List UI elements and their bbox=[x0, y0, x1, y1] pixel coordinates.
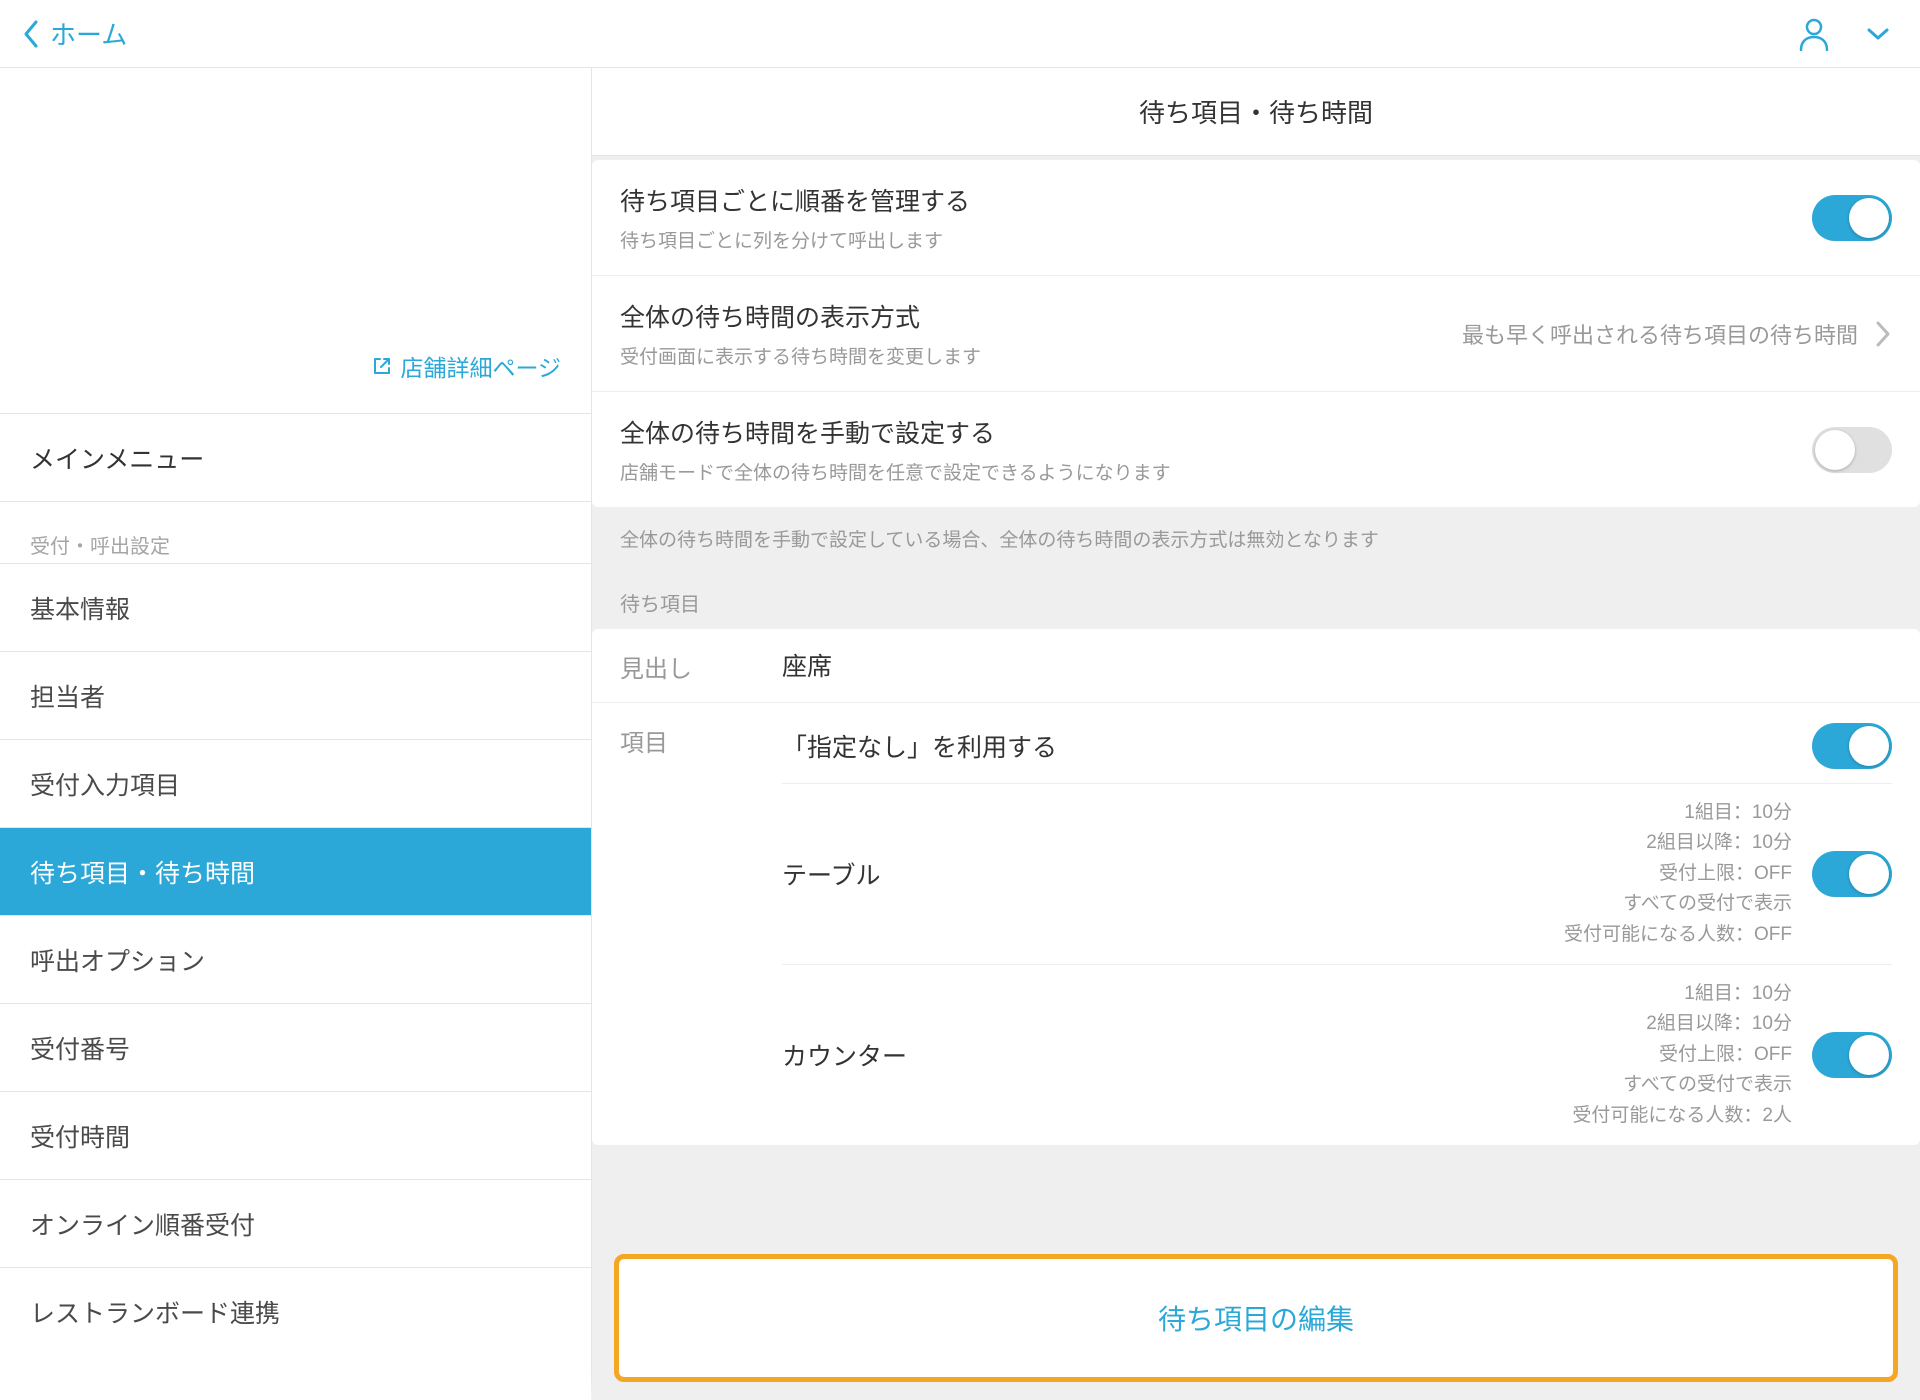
page-title: 待ち項目・待ち時間 bbox=[592, 68, 1920, 156]
wait-item-name: カウンター bbox=[782, 1037, 907, 1073]
heading-row: 見出し 座席 bbox=[592, 629, 1920, 703]
settings-card: 待ち項目ごとに順番を管理する 待ち項目ごとに列を分けて呼出します 全体の待ち時間… bbox=[592, 160, 1920, 507]
sidebar-item-basic-info[interactable]: 基本情報 bbox=[0, 564, 591, 652]
setting-value: 最も早く呼出される待ち項目の待ち時間 bbox=[1462, 318, 1858, 350]
wait-items-card: 見出し 座席 項目 「指定なし」を利用する テーブル 1組目：10分 bbox=[592, 629, 1920, 1145]
main-menu-heading[interactable]: メインメニュー bbox=[0, 414, 591, 502]
unspecified-option-row: 「指定なし」を利用する bbox=[782, 721, 1892, 784]
sidebar-item-online-queue[interactable]: オンライン順番受付 bbox=[0, 1180, 591, 1268]
shop-block: 店舗詳細ページ bbox=[0, 68, 591, 414]
user-icon[interactable] bbox=[1798, 17, 1830, 51]
toggle-unspecified[interactable] bbox=[1812, 723, 1892, 769]
setting-sub: 待ち項目ごとに列を分けて呼出します bbox=[620, 226, 1812, 253]
sidebar: 店舗詳細ページ メインメニュー 受付・呼出設定 基本情報 担当者 受付入力項目 … bbox=[0, 68, 592, 1400]
setting-sub: 店舗モードで全体の待ち時間を任意で設定できるようになります bbox=[620, 458, 1812, 485]
main-layout: 店舗詳細ページ メインメニュー 受付・呼出設定 基本情報 担当者 受付入力項目 … bbox=[0, 68, 1920, 1400]
sidebar-item-board-link[interactable]: レストランボード連携 bbox=[0, 1268, 591, 1356]
wait-item-details: 1組目：10分 2組目以降：10分 受付上限：OFF すべての受付で表示 受付可… bbox=[1564, 798, 1792, 950]
toggle-manage-per-item[interactable] bbox=[1812, 195, 1892, 241]
setting-display-method[interactable]: 全体の待ち時間の表示方式 受付画面に表示する待ち時間を変更します 最も早く呼出さ… bbox=[592, 276, 1920, 392]
sidebar-item-wait-items[interactable]: 待ち項目・待ち時間 bbox=[0, 828, 591, 916]
chevron-left-icon bbox=[22, 19, 40, 49]
setting-sub: 受付画面に表示する待ち時間を変更します bbox=[620, 342, 1462, 369]
setting-manual-wait: 全体の待ち時間を手動で設定する 店舗モードで全体の待ち時間を任意で設定できるよう… bbox=[592, 392, 1920, 507]
wait-item-row: カウンター 1組目：10分 2組目以降：10分 受付上限：OFF すべての受付で… bbox=[782, 965, 1892, 1145]
setting-value-group: 最も早く呼出される待ち項目の待ち時間 bbox=[1462, 318, 1892, 350]
edit-button-label: 待ち項目の編集 bbox=[1158, 1298, 1354, 1338]
topbar-right bbox=[1798, 17, 1890, 51]
shop-detail-label: 店舗詳細ページ bbox=[400, 349, 561, 383]
setting-manage-per-item: 待ち項目ごとに順番を管理する 待ち項目ごとに列を分けて呼出します bbox=[592, 160, 1920, 276]
wait-item-name: テーブル bbox=[782, 856, 881, 892]
setting-title: 待ち項目ごとに順番を管理する bbox=[620, 182, 1812, 218]
heading-label: 見出し bbox=[620, 647, 782, 684]
items-row: 項目 「指定なし」を利用する テーブル 1組目：10分 2組目以降：10分 受付… bbox=[592, 703, 1920, 1145]
sidebar-item-input-fields[interactable]: 受付入力項目 bbox=[0, 740, 591, 828]
chevron-right-icon bbox=[1874, 320, 1892, 348]
wait-item-details: 1組目：10分 2組目以降：10分 受付上限：OFF すべての受付で表示 受付可… bbox=[1572, 979, 1792, 1131]
wait-item-row: テーブル 1組目：10分 2組目以降：10分 受付上限：OFF すべての受付で表… bbox=[782, 784, 1892, 965]
heading-value: 座席 bbox=[782, 647, 1892, 683]
settings-note: 全体の待ち時間を手動で設定している場合、全体の待ち時間の表示方式は無効となります bbox=[592, 507, 1920, 576]
wait-items-section-label: 待ち項目 bbox=[592, 576, 1920, 627]
content: 待ち項目・待ち時間 待ち項目ごとに順番を管理する 待ち項目ごとに列を分けて呼出し… bbox=[592, 68, 1920, 1400]
sidebar-item-staff[interactable]: 担当者 bbox=[0, 652, 591, 740]
sidebar-item-call-options[interactable]: 呼出オプション bbox=[0, 916, 591, 1004]
external-link-icon bbox=[372, 356, 392, 376]
toggle-manual-wait[interactable] bbox=[1812, 427, 1892, 473]
sidebar-item-reception-time[interactable]: 受付時間 bbox=[0, 1092, 591, 1180]
chevron-down-icon[interactable] bbox=[1866, 27, 1890, 41]
back-button[interactable]: ホーム bbox=[22, 15, 127, 52]
unspecified-label: 「指定なし」を利用する bbox=[782, 728, 1057, 764]
setting-title: 全体の待ち時間の表示方式 bbox=[620, 298, 1462, 334]
setting-title: 全体の待ち時間を手動で設定する bbox=[620, 414, 1812, 450]
sidebar-fade bbox=[0, 1374, 592, 1400]
back-label: ホーム bbox=[50, 15, 127, 52]
shop-detail-link[interactable]: 店舗詳細ページ bbox=[372, 349, 561, 383]
sidebar-item-reception-number[interactable]: 受付番号 bbox=[0, 1004, 591, 1092]
topbar: ホーム bbox=[0, 0, 1920, 68]
item-label: 項目 bbox=[620, 721, 782, 758]
edit-wait-items-button[interactable]: 待ち項目の編集 bbox=[614, 1254, 1898, 1382]
toggle-wait-item-counter[interactable] bbox=[1812, 1032, 1892, 1078]
sidebar-section-label: 受付・呼出設定 bbox=[0, 502, 591, 564]
toggle-wait-item-table[interactable] bbox=[1812, 851, 1892, 897]
